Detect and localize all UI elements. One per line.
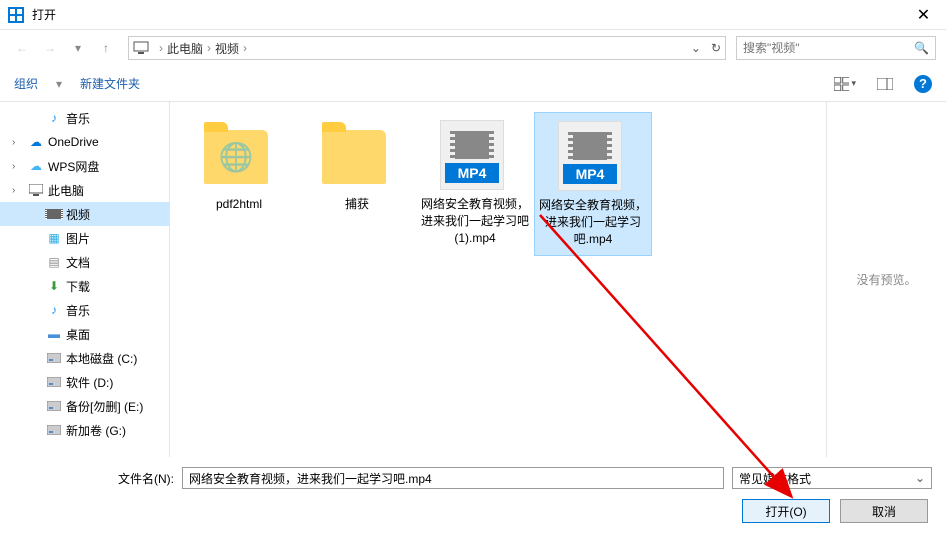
filename-label: 文件名(N): [14,470,174,487]
breadcrumb[interactable]: › 此电脑 › 视频 › ⌄ ↻ [128,36,726,60]
preview-pane: 没有预览。 [826,102,946,457]
sidebar-item-label: 此电脑 [48,182,84,199]
open-button[interactable]: 打开(O) [742,499,830,523]
search-input[interactable] [743,41,914,55]
search-icon[interactable]: 🔍 [914,41,929,55]
back-button[interactable]: ← [10,36,34,60]
sidebar-item[interactable]: › ☁WPS网盘 [0,154,169,178]
chevron-down-icon: ⌄ [915,471,925,485]
titlebar: 打开 ✕ [0,0,946,30]
file-label: 捕获 [345,196,369,213]
file-label: pdf2html [216,196,262,213]
pc-icon [28,182,44,198]
up-button[interactable]: ↑ [94,36,118,60]
sidebar-item-label: 视频 [66,206,90,223]
sidebar-item[interactable]: 备份[勿删] (E:) [0,394,169,418]
sidebar-item[interactable]: ♪音乐 [0,106,169,130]
disk-icon [46,398,62,414]
preview-pane-button[interactable] [874,73,896,95]
newfolder-button[interactable]: 新建文件夹 [80,75,140,92]
chevron-right-icon: › [159,41,163,55]
file-item[interactable]: MP4 网络安全教育视频，进来我们一起学习吧.mp4 [534,112,652,256]
organize-button[interactable]: 组织 [14,75,38,92]
breadcrumb-folder[interactable]: 视频 [215,40,239,57]
sidebar-item-label: 备份[勿删] (E:) [66,398,143,415]
filetype-filter[interactable]: 常见媒体格式 ⌄ [732,467,932,489]
wps-icon: ☁ [28,158,44,174]
sidebar-item[interactable]: ♪音乐 [0,298,169,322]
navbar: ← → ▾ ↑ › 此电脑 › 视频 › ⌄ ↻ 🔍 [0,30,946,66]
expand-icon[interactable]: › [12,137,24,148]
sidebar-item-label: 图片 [66,230,90,247]
desk-icon: ▬ [46,326,62,342]
sidebar-item[interactable]: › 此电脑 [0,178,169,202]
file-label: 网络安全教育视频，进来我们一起学习吧 (1).mp4 [420,196,530,246]
folder-icon [322,130,386,184]
file-item[interactable]: MP4 网络安全教育视频，进来我们一起学习吧 (1).mp4 [416,112,534,256]
sidebar-item[interactable]: ▤文档 [0,250,169,274]
footer: 文件名(N): 常见媒体格式 ⌄ 打开(O) 取消 [0,457,946,533]
cancel-button[interactable]: 取消 [840,499,928,523]
video-file-icon: MP4 [440,120,504,190]
preview-text: 没有预览。 [856,271,916,288]
disk-icon [46,350,62,366]
chevron-right-icon: › [243,41,247,55]
sidebar-item[interactable]: 本地磁盘 (C:) [0,346,169,370]
sidebar-item[interactable]: ▬桌面 [0,322,169,346]
breadcrumb-root[interactable]: 此电脑 [167,40,203,57]
doc-icon: ▤ [46,254,62,270]
sidebar-item-label: WPS网盘 [48,158,99,175]
main: ♪音乐›☁OneDrive›☁WPS网盘›此电脑视频▦图片▤文档⬇下载♪音乐▬桌… [0,102,946,457]
app-icon [8,7,24,23]
window-title: 打开 [32,6,901,23]
sidebar-item-label: 本地磁盘 (C:) [66,350,137,367]
disk-icon [46,422,62,438]
sidebar-item[interactable]: ▦图片 [0,226,169,250]
sidebar-item-label: 音乐 [66,302,90,319]
toolbar: 组织 ▾ 新建文件夹 ▾ ? [0,66,946,102]
sidebar-item-label: 音乐 [66,110,90,127]
chevron-right-icon: › [207,41,211,55]
recent-dropdown[interactable]: ▾ [66,36,90,60]
sidebar-item[interactable]: 视频 [0,202,169,226]
sidebar-item-label: 文档 [66,254,90,271]
music-icon: ♪ [46,302,62,318]
sidebar-item[interactable]: 软件 (D:) [0,370,169,394]
disk-icon [46,374,62,390]
expand-icon[interactable]: › [12,185,24,196]
expand-icon[interactable]: › [12,161,24,172]
pc-icon [133,40,149,56]
file-list[interactable]: pdf2html捕获MP4网络安全教育视频，进来我们一起学习吧 (1).mp4M… [170,102,826,457]
video-file-icon: MP4 [558,121,622,191]
close-button[interactable]: ✕ [901,0,946,30]
view-icons-button[interactable]: ▾ [834,73,856,95]
forward-button[interactable]: → [38,36,62,60]
folder-icon [204,130,268,184]
sidebar-item-label: 桌面 [66,326,90,343]
cloud-icon: ☁ [28,134,44,150]
file-label: 网络安全教育视频，进来我们一起学习吧.mp4 [539,197,647,247]
file-item[interactable]: 捕获 [298,112,416,256]
vid-icon [46,206,62,222]
filename-input[interactable] [182,467,724,489]
music-icon: ♪ [46,110,62,126]
sidebar-item-label: 下载 [66,278,90,295]
sidebar-item-label: OneDrive [48,135,99,149]
sidebar-item-label: 新加卷 (G:) [66,422,126,439]
sidebar[interactable]: ♪音乐›☁OneDrive›☁WPS网盘›此电脑视频▦图片▤文档⬇下载♪音乐▬桌… [0,102,170,457]
search-box[interactable]: 🔍 [736,36,936,60]
dl-icon: ⬇ [46,278,62,294]
help-button[interactable]: ? [914,75,932,93]
sidebar-item-label: 软件 (D:) [66,374,113,391]
sidebar-item[interactable]: › ☁ OneDrive [0,130,169,154]
file-item[interactable]: pdf2html [180,112,298,256]
img-icon: ▦ [46,230,62,246]
chevron-down-icon[interactable]: ⌄ [691,41,701,55]
sidebar-item[interactable]: ⬇下载 [0,274,169,298]
refresh-icon[interactable]: ↻ [711,41,721,55]
sidebar-item[interactable]: 新加卷 (G:) [0,418,169,442]
